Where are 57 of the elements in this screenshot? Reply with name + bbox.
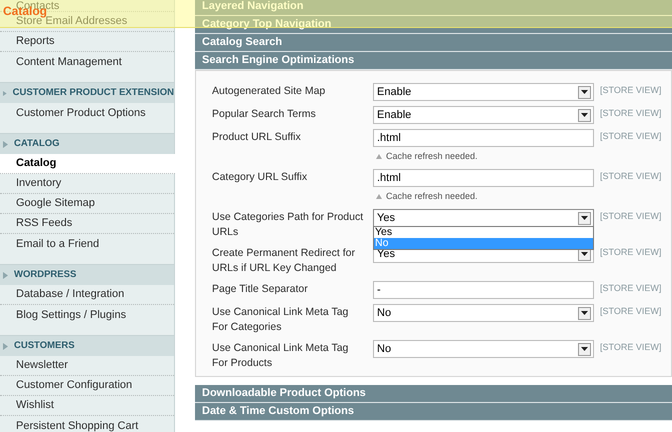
sidebar-item[interactable]: Content Management <box>0 52 174 72</box>
field-note: Cache refresh needed. <box>386 150 478 163</box>
sidebar-item[interactable]: Catalog <box>0 154 175 174</box>
field-label: Autogenerated Site Map <box>212 84 326 99</box>
field-label: Category URL Suffix <box>212 170 308 185</box>
expand-triangle-icon <box>3 272 8 278</box>
select-field[interactable]: No <box>373 304 594 322</box>
sidebar-item[interactable]: Newsletter <box>0 356 174 376</box>
sidebar-section-header[interactable]: WORDPRESS <box>0 265 174 285</box>
warning-triangle-icon <box>376 154 382 159</box>
sidebar-item[interactable]: Database / Integration <box>0 285 174 305</box>
dropdown-option[interactable]: Yes <box>374 227 593 238</box>
scope-label: [STORE VIEW] <box>600 84 662 97</box>
sidebar-item[interactable]: Customer Configuration <box>0 376 174 396</box>
sidebar-item[interactable]: Persistent Shopping Cart <box>0 416 174 432</box>
text-field[interactable]: .html <box>373 129 594 147</box>
section-header[interactable]: Search Engine Optimizations <box>195 52 672 70</box>
expand-triangle-icon <box>3 90 7 96</box>
scope-label: [STORE VIEW] <box>600 305 662 318</box>
sidebar-item[interactable]: Reports <box>0 32 174 52</box>
scope-label: [STORE VIEW] <box>600 130 662 143</box>
select-field[interactable]: Enable <box>373 83 594 101</box>
sidebar-item[interactable]: Email to a Friend <box>0 234 174 254</box>
expand-triangle-icon <box>3 140 8 148</box>
scope-label: [STORE VIEW] <box>600 210 662 223</box>
field-label: Use Canonical Link Meta Tag For Categories <box>212 305 350 335</box>
sidebar-item[interactable]: Customer Product Options <box>0 103 174 123</box>
select-field[interactable]: Yes <box>373 209 594 227</box>
sidebar-section-header[interactable]: CATALOG <box>0 134 174 154</box>
sidebar-item[interactable]: Inventory <box>0 174 174 194</box>
warning-triangle-icon <box>376 194 382 199</box>
sidebar-item[interactable]: Google Sitemap <box>0 194 174 214</box>
field-note: Cache refresh needed. <box>386 190 478 203</box>
scope-label: [STORE VIEW] <box>600 282 662 295</box>
field-label: Use Categories Path for Product URLs <box>212 210 364 240</box>
section-header[interactable]: Downloadable Product Options <box>195 385 672 403</box>
scope-label: [STORE VIEW] <box>600 170 662 183</box>
field-label: Popular Search Terms <box>212 107 317 122</box>
scope-label: [STORE VIEW] <box>600 246 662 259</box>
expand-triangle-icon <box>3 342 8 350</box>
field-label: Create Permanent Redirect for URLs if URL Key Changed <box>212 246 356 276</box>
text-field[interactable]: - <box>373 281 594 299</box>
sidebar-item[interactable]: Blog Settings / Plugins <box>0 305 174 325</box>
scope-label: [STORE VIEW] <box>600 107 662 120</box>
text-field[interactable]: .html <box>373 169 594 187</box>
field-label: Product URL Suffix <box>212 130 302 145</box>
sidebar-item[interactable]: Wishlist <box>0 396 174 416</box>
field-label: Use Canonical Link Meta Tag For Products <box>212 341 350 371</box>
select-field[interactable]: Enable <box>373 106 594 124</box>
section-header[interactable]: Catalog Search <box>195 34 672 52</box>
field-label: Page Title Separator <box>212 282 309 297</box>
section-header[interactable]: Date & Time Custom Options <box>195 403 672 421</box>
select-field[interactable]: No <box>373 340 594 358</box>
sidebar-item[interactable]: RSS Feeds <box>0 214 174 234</box>
sidebar-section-header[interactable]: CUSTOMER PRODUCT EXTENSION <box>0 83 174 103</box>
scope-label: [STORE VIEW] <box>600 341 662 354</box>
sidebar-section-header[interactable]: CUSTOMERS <box>0 336 174 356</box>
